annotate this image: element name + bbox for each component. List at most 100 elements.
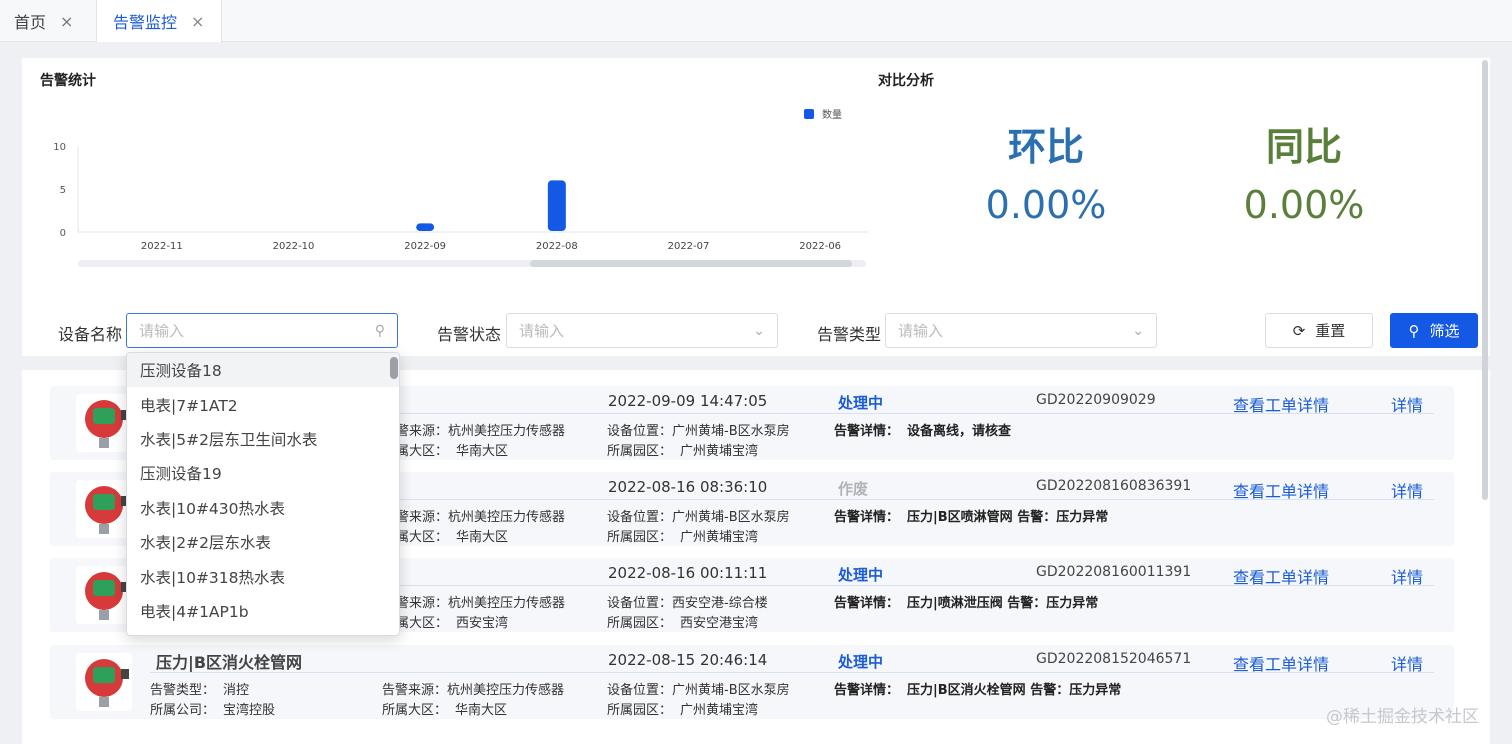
table-row[interactable]: 压力|B区消火栓管网 告警类型： 消控 所属公司： 宝湾控股 告警来源：杭州美控压力… xyxy=(50,645,1454,719)
bar xyxy=(416,223,435,231)
close-icon[interactable]: × xyxy=(191,12,204,31)
close-icon[interactable]: × xyxy=(60,12,73,31)
status-badge: 处理中 xyxy=(838,566,884,584)
order-code: GD202208160011391 xyxy=(1036,564,1192,580)
alarm-source: 杭州美控压力传感器 xyxy=(448,510,566,525)
alarm-detail: 压力|喷淋泄压阀 告警：压力异常 xyxy=(907,596,1099,611)
sensor-image xyxy=(76,653,132,711)
y-tick-label: 0 xyxy=(60,228,66,239)
mom-value: 0.00% xyxy=(985,183,1107,227)
sensor-image xyxy=(76,480,132,538)
alarm-region: 华南大区 xyxy=(456,444,509,459)
dropdown-option[interactable]: 电表|4#1AP1b xyxy=(127,594,399,628)
alarm-bar-chart: 0 5 10 2022-11 2022-10 2022-09 2022-08 2022-07 2… xyxy=(53,142,868,252)
dropdown-option[interactable]: 压测设备18 xyxy=(127,353,399,388)
tab-alarm-monitor-label: 告警监控 xyxy=(113,13,178,32)
status-badge: 作废 xyxy=(838,480,869,498)
details-link[interactable]: 详情 xyxy=(1391,392,1423,416)
legend-label: 数量 xyxy=(822,110,842,121)
view-order-link[interactable]: 查看工单详情 xyxy=(1233,478,1329,502)
order-code: GD202208152046571 xyxy=(1036,651,1192,667)
chevron-down-icon: ⌄ xyxy=(753,322,765,339)
x-tick-label: 2022-08 xyxy=(536,241,578,252)
device-location: 广州黄埔-B区水泵房 xyxy=(672,510,790,525)
alarm-type-label: 告警类型 xyxy=(817,325,882,344)
tab-alarm-monitor[interactable]: 告警监控 × xyxy=(96,0,222,42)
tab-home[interactable]: 首页 × xyxy=(14,0,73,42)
reset-button[interactable]: ⟳ 重置 xyxy=(1265,313,1373,348)
alarm-detail: 压力|B区消火栓管网 告警：压力异常 xyxy=(907,683,1122,698)
legend-swatch xyxy=(804,108,814,119)
alarm-region: 西安宝湾 xyxy=(456,616,509,631)
dropdown-option[interactable]: 电表|7#1AT2 xyxy=(127,387,399,421)
chart-zoom-scrollbar[interactable] xyxy=(78,260,866,267)
x-tick-label: 2022-06 xyxy=(799,241,841,252)
device-location: 广州黄埔-B区水泵房 xyxy=(672,424,790,439)
dropdown-option[interactable]: 水表|10#318热水表 xyxy=(127,559,399,593)
alarm-source: 杭州美控压力传感器 xyxy=(448,596,566,611)
status-badge: 处理中 xyxy=(838,394,884,412)
device-park: 广州黄埔宝湾 xyxy=(680,444,759,459)
alarm-status-select[interactable]: 请输入 ⌄ xyxy=(506,313,778,348)
refresh-icon: ⟳ xyxy=(1292,321,1306,340)
dropdown-option[interactable]: 水表|2#2层东水表 xyxy=(127,525,399,559)
alarm-type: 消控 xyxy=(223,683,250,698)
compare-title: 对比分析 xyxy=(878,73,934,89)
tab-bar: 首页 × 告警监控 × xyxy=(0,0,1512,42)
device-location: 广州黄埔-B区水泵房 xyxy=(672,683,790,698)
sensor-image xyxy=(76,394,132,452)
alarm-time: 2022-09-09 14:47:05 xyxy=(608,392,768,410)
x-tick-label: 2022-11 xyxy=(141,241,183,252)
yoy-label: 同比 xyxy=(1265,125,1342,169)
alarm-stats-title: 告警统计 xyxy=(40,73,96,89)
alarm-time: 2022-08-16 00:11:11 xyxy=(608,564,768,582)
status-badge: 处理中 xyxy=(838,653,884,671)
chart-zoom-handle[interactable] xyxy=(530,260,852,267)
alarm-source: 杭州美控压力传感器 xyxy=(448,424,566,439)
chevron-down-icon: ⌄ xyxy=(1132,322,1144,339)
device-name-input[interactable]: 请输入 ⚲ xyxy=(126,313,398,348)
view-order-link[interactable]: 查看工单详情 xyxy=(1233,651,1329,675)
device-name-label: 设备名称 xyxy=(58,325,123,344)
view-order-link[interactable]: 查看工单详情 xyxy=(1233,564,1329,588)
device-name: 压力|B区消火栓管网 xyxy=(156,653,303,672)
order-code: GD202208160836391 xyxy=(1036,478,1192,494)
yoy-block: 同比 0.00% xyxy=(1194,116,1414,227)
filter-button-label: 筛选 xyxy=(1429,322,1460,340)
alarm-status-label: 告警状态 xyxy=(437,325,502,344)
view-order-link[interactable]: 查看工单详情 xyxy=(1233,392,1329,416)
filter-button[interactable]: ⚲ 筛选 xyxy=(1390,313,1478,348)
y-tick-label: 5 xyxy=(60,185,66,196)
device-park: 西安空港宝湾 xyxy=(680,616,759,631)
dropdown-scrollbar[interactable] xyxy=(390,357,398,379)
dropdown-option[interactable]: 水表|5#2层东卫生间水表 xyxy=(127,422,399,456)
device-park: 广州黄埔宝湾 xyxy=(680,530,759,545)
dropdown-option[interactable]: 水表|10#430热水表 xyxy=(127,491,399,525)
alarm-type-placeholder: 请输入 xyxy=(898,322,944,340)
mom-block: 环比 0.00% xyxy=(936,116,1156,227)
x-tick-label: 2022-10 xyxy=(273,241,315,252)
alarm-type-select[interactable]: 请输入 ⌄ xyxy=(885,313,1157,348)
device-name-dropdown[interactable]: 压测设备18 电表|7#1AT2 水表|5#2层东卫生间水表 压测设备19 水表… xyxy=(126,352,400,636)
alarm-detail: 压力|B区喷淋管网 告警：压力异常 xyxy=(907,510,1109,525)
mom-label: 环比 xyxy=(1007,125,1084,169)
alarm-status-placeholder: 请输入 xyxy=(519,322,565,340)
dropdown-option[interactable]: 压测设备19 xyxy=(127,456,399,490)
search-icon: ⚲ xyxy=(374,322,385,339)
yoy-value: 0.00% xyxy=(1243,183,1365,227)
details-link[interactable]: 详情 xyxy=(1391,564,1423,588)
details-link[interactable]: 详情 xyxy=(1391,478,1423,502)
details-link[interactable]: 详情 xyxy=(1391,651,1423,675)
alarm-region: 华南大区 xyxy=(455,703,508,718)
watermark: @稀土掘金技术社区 xyxy=(1326,707,1479,727)
y-tick-label: 10 xyxy=(53,142,66,153)
alarm-time: 2022-08-15 20:46:14 xyxy=(608,651,768,669)
alarm-region: 华南大区 xyxy=(456,530,509,545)
company: 宝湾控股 xyxy=(223,703,276,718)
page-scrollbar[interactable] xyxy=(1482,60,1488,500)
chart-legend[interactable]: 数量 xyxy=(804,106,842,121)
reset-button-label: 重置 xyxy=(1315,322,1346,340)
alarm-time: 2022-08-16 08:36:10 xyxy=(608,478,768,496)
device-location: 西安空港-综合楼 xyxy=(672,596,768,611)
order-code: GD20220909029 xyxy=(1036,392,1156,408)
